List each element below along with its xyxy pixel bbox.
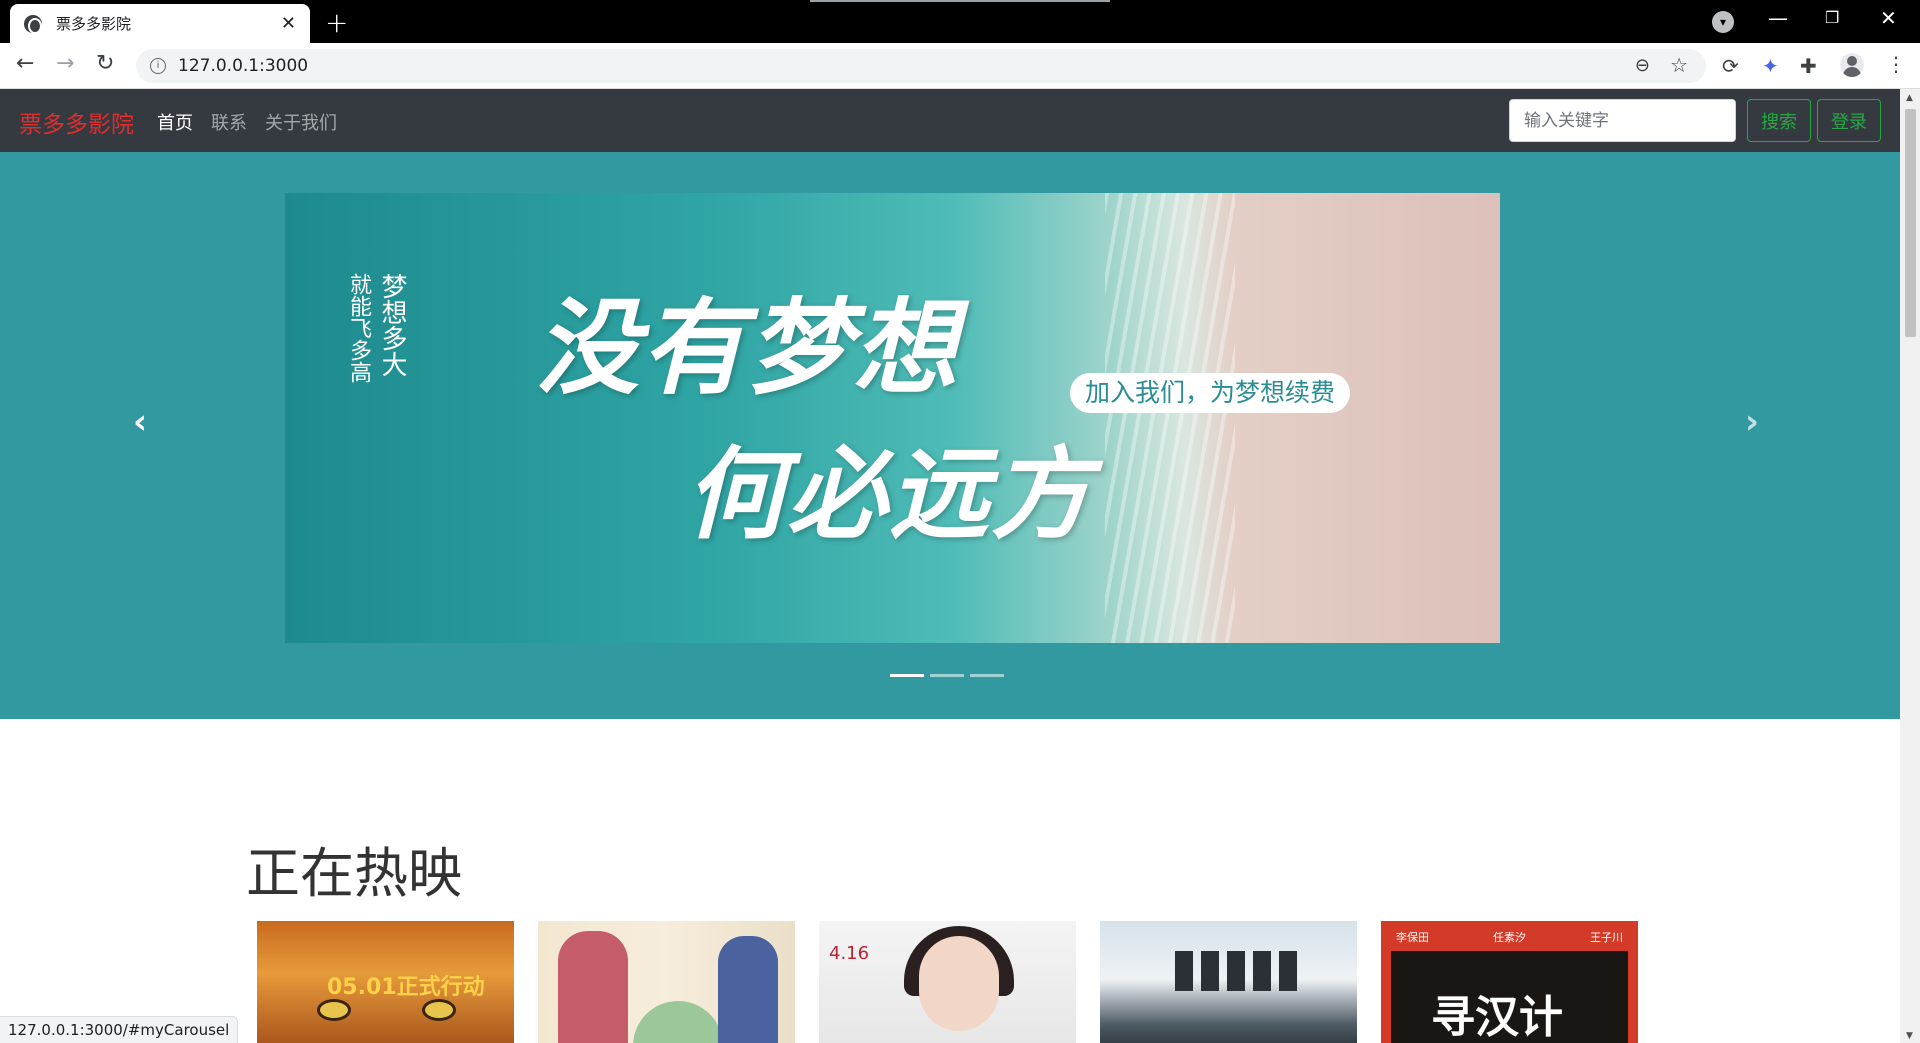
reload-icon[interactable]: ↻ [96, 51, 114, 76]
slide-vertical-text: 梦想多大 [377, 273, 407, 377]
cast-name: 李保田 [1396, 931, 1429, 944]
tab-search-icon[interactable]: ▾ [1712, 11, 1734, 33]
nav-contact[interactable]: 联系 [211, 109, 247, 135]
nav-home[interactable]: 首页 [157, 109, 193, 135]
page-viewport: 票多多影院 首页 联系 关于我们 搜索 登录 梦想多大 就能飞多高 没有梦想 何… [0, 89, 1900, 1043]
tiger-eye [422, 999, 456, 1021]
slide-vertical-subtext: 就能飞多高 [346, 273, 371, 383]
profile-avatar-icon[interactable] [1840, 53, 1864, 77]
poster-title-panel: 寻汉计 [1391, 951, 1628, 1043]
poster-title: 寻汉计 [1431, 992, 1563, 1043]
carousel-slide-image: 梦想多大 就能飞多高 没有梦想 何必远方 加入我们，为梦想续费 [285, 193, 1500, 643]
url-text[interactable]: 127.0.0.1:3000 [178, 56, 308, 76]
slide-headline-2: 何必远方 [685, 435, 1093, 553]
movie-poster[interactable] [1100, 921, 1357, 1043]
scroll-up-icon[interactable]: ▲ [1906, 93, 1913, 103]
poster-caption: 05.01正式行动 [327, 975, 485, 1000]
cast-name: 任素汐 [1493, 931, 1526, 944]
nav-about[interactable]: 关于我们 [265, 109, 337, 135]
poster-hill [633, 1001, 723, 1043]
tab-strip-indicator [810, 0, 1110, 2]
carousel-next-icon[interactable]: › [1745, 402, 1759, 442]
page-scrollbar[interactable]: ▲ ▼ [1900, 89, 1920, 1043]
carousel-indicators [890, 674, 1004, 677]
movie-poster[interactable]: 4.16 [819, 921, 1076, 1043]
bookmark-star-icon[interactable]: ☆ [1670, 53, 1688, 77]
movie-poster[interactable] [538, 921, 795, 1043]
bird-extension-icon[interactable]: ✦ [1762, 54, 1779, 78]
sync-extension-icon[interactable]: ⟳ [1722, 54, 1739, 78]
puzzle-extensions-icon[interactable]: ✚ [1800, 54, 1817, 78]
scrollbar-thumb[interactable] [1905, 109, 1916, 337]
minimize-icon[interactable]: — [1768, 6, 1788, 30]
back-arrow-icon[interactable]: ← [16, 51, 34, 76]
cast-name: 王子川 [1590, 931, 1623, 944]
carousel-indicator[interactable] [930, 674, 964, 677]
site-brand[interactable]: 票多多影院 [19, 105, 134, 139]
restore-icon[interactable]: ❐ [1825, 8, 1839, 27]
movie-poster[interactable]: 05.01正式行动 [257, 921, 514, 1043]
carousel-prev-icon[interactable]: ‹ [133, 402, 147, 442]
search-input[interactable] [1509, 99, 1736, 142]
status-bar-url: 127.0.0.1:3000/#myCarousel [0, 1016, 239, 1043]
browser-tab-strip: 票多多影院 ✕ + ▾ — ❐ ✕ [0, 0, 1920, 43]
window-close-icon[interactable]: ✕ [1880, 6, 1897, 30]
tiger-eye [317, 999, 351, 1021]
hero-carousel: 梦想多大 就能飞多高 没有梦想 何必远方 加入我们，为梦想续费 ‹ › [0, 152, 1900, 719]
carousel-indicator[interactable] [970, 674, 1004, 677]
new-tab-icon[interactable]: + [325, 6, 348, 39]
slide-headline-1: 没有梦想 [535, 286, 960, 409]
browser-menu-icon[interactable]: ⋮ [1886, 52, 1906, 76]
zoom-icon[interactable]: ⊖ [1635, 55, 1650, 76]
poster-cast-names: 李保田 任素汐 王子川 [1396, 929, 1623, 945]
tab-title: 票多多影院 [56, 15, 132, 33]
site-navbar: 票多多影院 首页 联系 关于我们 搜索 登录 [0, 89, 1900, 152]
poster-figure [558, 931, 628, 1043]
globe-icon [24, 14, 42, 34]
info-icon[interactable]: i [150, 58, 166, 74]
login-button[interactable]: 登录 [1817, 99, 1881, 142]
poster-figure [718, 936, 778, 1043]
movie-poster[interactable]: 李保田 任素汐 王子川 寻汉计 [1381, 921, 1638, 1043]
browser-tab[interactable]: 票多多影院 ✕ [10, 4, 310, 43]
poster-figures [1175, 951, 1305, 991]
wave-foam [1105, 193, 1235, 643]
url-omnibox[interactable]: i 127.0.0.1:3000 ⊖ ☆ [136, 49, 1706, 83]
search-button[interactable]: 搜索 [1747, 99, 1811, 142]
carousel-indicator[interactable] [890, 674, 924, 677]
slide-pill-label: 加入我们，为梦想续费 [1070, 373, 1350, 413]
address-bar: ← → ↻ i 127.0.0.1:3000 ⊖ ☆ [0, 43, 1920, 89]
poster-face [919, 936, 999, 1031]
forward-arrow-icon[interactable]: → [56, 51, 74, 76]
now-showing-title: 正在热映 [246, 842, 462, 905]
scroll-down-icon[interactable]: ▼ [1906, 1031, 1913, 1041]
close-tab-icon[interactable]: ✕ [281, 13, 296, 34]
poster-date: 4.16 [829, 943, 870, 964]
